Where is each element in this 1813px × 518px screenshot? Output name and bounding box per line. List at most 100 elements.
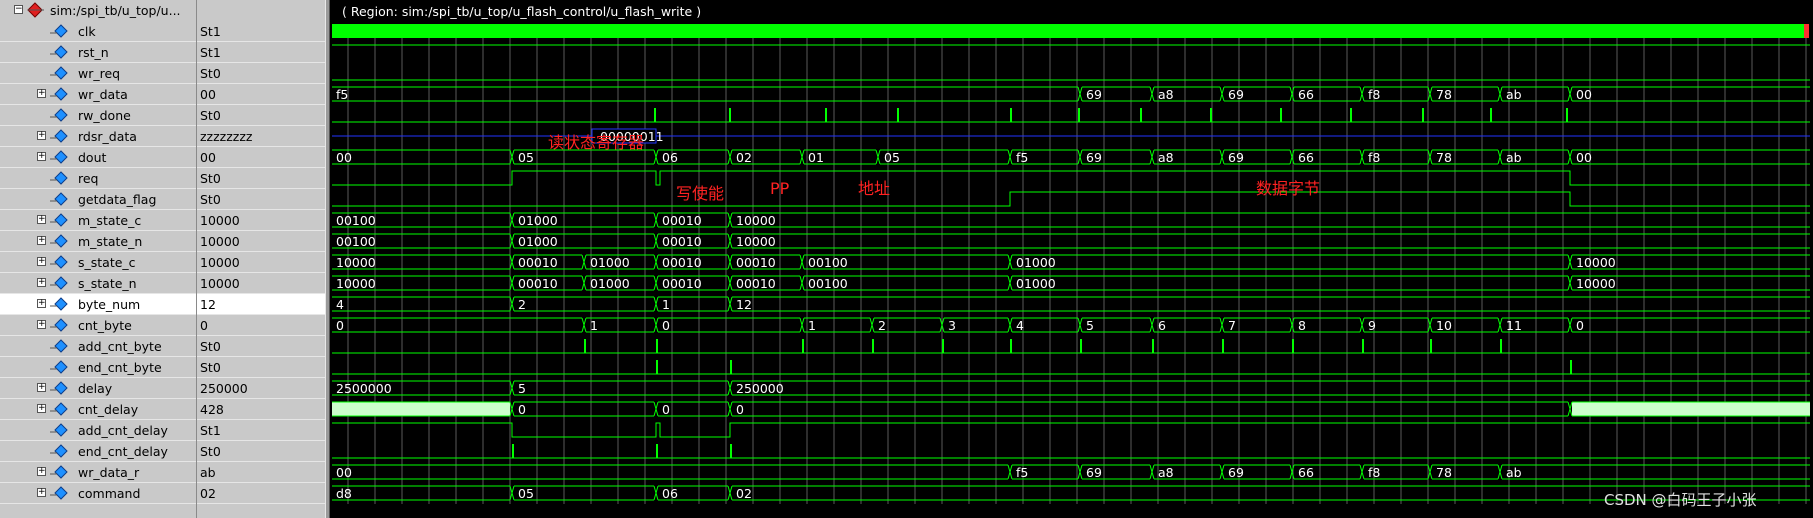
expand-icon[interactable]: + [37, 488, 46, 497]
bus-value: a8 [1158, 150, 1174, 165]
signal-value-cell: ab [197, 462, 325, 483]
signal-row-rdsr_data[interactable]: + rdsr_data [0, 126, 196, 147]
signal-diamond-icon [50, 87, 68, 101]
signal-row-s_state_c[interactable]: + s_state_c [0, 252, 196, 273]
waveform-pane[interactable]: ( Region: sim:/spi_tb/u_top/u_flash_cont… [330, 0, 1813, 518]
expand-icon[interactable]: + [37, 467, 46, 476]
bus-value: 11 [1506, 318, 1522, 333]
bus-transition [1567, 86, 1573, 102]
bus-transition [1567, 254, 1573, 270]
bus-value: d8 [336, 486, 352, 501]
wave-dout[interactable]: 00 05 06 02 01 05 f5 69 a8 69 66 f8 78 ab 00 [332, 149, 1810, 165]
signal-row-s_state_n[interactable]: + s_state_n [0, 273, 196, 294]
wave-clk[interactable] [332, 24, 1809, 38]
bus-value: f5 [1016, 465, 1028, 480]
wave-end_cnt_delay[interactable] [332, 444, 1810, 459]
bus-value: 0 [736, 402, 744, 417]
wave-cnt_delay[interactable]: 0 0 0 [332, 401, 1810, 417]
signal-row-command[interactable]: + command [0, 483, 196, 504]
signal-row-add_cnt_delay[interactable]: add_cnt_delay [0, 420, 196, 441]
wave-delay[interactable]: 2500000 5 250000 [332, 380, 1810, 396]
bus-transition [875, 149, 881, 165]
signal-name: add_cnt_byte [78, 339, 162, 354]
wave-cnt_byte[interactable]: 0 1 0 1 2 3 4 5 6 7 8 9 10 11 0 [332, 317, 1810, 333]
signal-name: rst_n [78, 45, 109, 60]
bus-transition [509, 401, 515, 417]
bus-transition [727, 401, 733, 417]
expand-icon[interactable]: + [37, 299, 46, 308]
wave-m_state_n[interactable]: 00100 01000 00010 10000 [332, 233, 1810, 249]
wave-byte_num[interactable]: 4 2 1 12 [332, 296, 1810, 312]
waveform-canvas[interactable]: ( Region: sim:/spi_tb/u_top/u_flash_cont… [330, 0, 1813, 518]
signal-row-wr_req[interactable]: wr_req [0, 63, 196, 84]
signal-value-cell: 00 [197, 147, 325, 168]
bus-transition [799, 275, 805, 291]
wave-add_cnt_delay[interactable] [332, 422, 1810, 438]
signal-row-rw_done[interactable]: rw_done [0, 105, 196, 126]
bus-value: 66 [1298, 87, 1314, 102]
wave-window: − sim:/spi_tb/u_top/u... clk rst_n wr_req +… [0, 0, 1813, 518]
signal-row-m_state_c[interactable]: + m_state_c [0, 210, 196, 231]
signal-row-dout[interactable]: + dout [0, 147, 196, 168]
bus-value: a8 [1158, 465, 1174, 480]
signal-row-m_state_n[interactable]: + m_state_n [0, 231, 196, 252]
expand-icon[interactable]: + [37, 404, 46, 413]
signal-row-clk[interactable]: clk [0, 21, 196, 42]
wave-add_cnt_byte[interactable] [332, 339, 1810, 354]
wave-pulse [1222, 339, 1224, 353]
expand-icon[interactable]: + [37, 131, 46, 140]
bus-value: ab [1506, 87, 1522, 102]
wave-end_cnt_byte[interactable] [332, 360, 1810, 375]
expand-icon[interactable]: + [37, 215, 46, 224]
signal-row-delay[interactable]: + delay [0, 378, 196, 399]
signal-diamond-icon [50, 318, 68, 332]
wave-rw_done[interactable] [332, 108, 1810, 123]
signal-row-wr_data_r[interactable]: + wr_data_r [0, 462, 196, 483]
wave-wr_data_r[interactable]: 00 f5 69 a8 69 66 f8 78 ab [332, 464, 1810, 480]
wave-wr_data[interactable]: f5 69 a8 69 66 f8 78 ab 00 [332, 86, 1810, 102]
signal-value: 00 [200, 150, 216, 165]
bus-transition [509, 254, 515, 270]
signal-row-wr_data[interactable]: + wr_data [0, 84, 196, 105]
wave-m_state_c[interactable]: 00100 01000 00010 10000 [332, 212, 1810, 228]
signal-row-byte_num[interactable]: + byte_num [0, 294, 196, 315]
wave-pulse [1500, 339, 1502, 353]
bus-transition [727, 149, 733, 165]
wave-pulse [872, 339, 874, 353]
expand-icon[interactable]: + [37, 383, 46, 392]
signal-row-cnt_byte[interactable]: + cnt_byte [0, 315, 196, 336]
root-instance-label: sim:/spi_tb/u_top/u... [50, 3, 181, 18]
signal-row-end_cnt_delay[interactable]: end_cnt_delay [0, 441, 196, 462]
signal-row-getdata_flag[interactable]: getdata_flag [0, 189, 196, 210]
signal-value: 00 [200, 87, 216, 102]
expand-icon[interactable]: + [37, 278, 46, 287]
signal-row-req[interactable]: req [0, 168, 196, 189]
wave-req[interactable] [332, 170, 1810, 186]
bus-transition [581, 275, 587, 291]
bus-value: 00010 [736, 255, 776, 270]
signal-value: zzzzzzzz [200, 129, 253, 144]
wave-getdata_flag[interactable] [332, 191, 1810, 207]
bus-value: 69 [1228, 87, 1244, 102]
signal-row-cnt_delay[interactable]: + cnt_delay [0, 399, 196, 420]
expand-icon[interactable]: + [37, 89, 46, 98]
root-instance-row[interactable]: − sim:/spi_tb/u_top/u... [0, 0, 196, 21]
wave-s_state_n[interactable]: 10000 00010 01000 00010 00010 00100 01000 10000 [332, 275, 1810, 291]
bus-value: 12 [736, 297, 752, 312]
expand-icon[interactable]: + [37, 152, 46, 161]
signal-row-rst_n[interactable]: rst_n [0, 42, 196, 63]
wave-command[interactable]: d8 05 06 02 [332, 485, 1810, 501]
wave-pulse [1422, 108, 1424, 122]
expand-icon[interactable]: + [37, 257, 46, 266]
annotation-label: 读状态寄存器 [548, 133, 644, 152]
expand-icon[interactable]: + [37, 236, 46, 245]
signal-value-cell: St0 [197, 336, 325, 357]
bus-value: 05 [884, 150, 900, 165]
collapse-icon[interactable]: − [14, 5, 23, 14]
signal-row-end_cnt_byte[interactable]: end_cnt_byte [0, 357, 196, 378]
wave-s_state_c[interactable]: 10000 00010 01000 00010 00010 00100 01000 10000 [332, 254, 1810, 270]
expand-icon[interactable]: + [37, 320, 46, 329]
bus-transition [727, 380, 733, 396]
signal-row-add_cnt_byte[interactable]: add_cnt_byte [0, 336, 196, 357]
bus-value: 01000 [518, 213, 558, 228]
